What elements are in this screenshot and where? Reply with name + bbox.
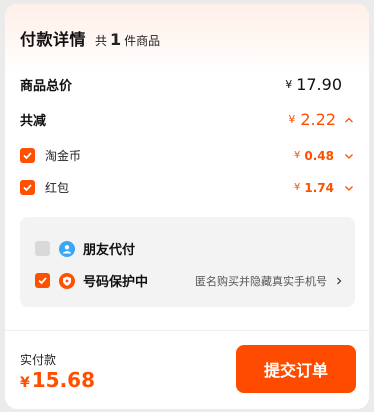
coin-amount: ¥ 0.48 xyxy=(294,149,354,163)
reduction-value: 2.22 xyxy=(300,110,336,129)
reduction-amount: ¥ 2.22 xyxy=(288,110,354,129)
reduction-label: 共减 xyxy=(20,114,47,129)
chevron-right-icon xyxy=(337,277,342,284)
total-price-amount: ¥ 17.90 xyxy=(285,75,342,94)
actual-payment-value: 15.68 xyxy=(31,368,96,392)
chevron-up-icon[interactable] xyxy=(344,115,354,125)
privacy-label: 号码保护中 xyxy=(83,275,149,290)
payment-details-card: 付款详情 共 1 件商品 商品总价 ¥ 17.90 共减 ¥ 2.22 淘金币 ¥ … xyxy=(5,4,369,409)
check-icon xyxy=(23,184,32,192)
currency-symbol: ¥ xyxy=(285,78,293,91)
currency-symbol: ¥ xyxy=(294,150,301,161)
coin-label: 淘金币 xyxy=(45,149,82,163)
check-icon xyxy=(38,277,47,285)
footer-divider xyxy=(5,330,369,331)
actual-payment-amount: ¥15.68 xyxy=(20,368,95,392)
total-price-value: 17.90 xyxy=(296,75,342,94)
privacy-description[interactable]: 匿名购买并隐藏真实手机号 xyxy=(195,273,343,289)
reduction-row[interactable]: 共减 ¥ 2.22 xyxy=(20,110,354,129)
submit-order-button[interactable]: 提交订单 xyxy=(236,345,356,393)
page-title: 付款详情 xyxy=(20,30,87,49)
privacy-protection-option[interactable]: 号码保护中 匿名购买并隐藏真实手机号 xyxy=(35,271,343,290)
privacy-description-text: 匿名购买并隐藏真实手机号 xyxy=(195,274,327,288)
friend-pay-option[interactable]: 朋友代付 xyxy=(35,239,343,258)
item-count-number: 1 xyxy=(110,30,122,49)
coin-value: 0.48 xyxy=(304,148,334,163)
actual-payment-label: 实付款 xyxy=(20,353,57,367)
red-packet-checkbox[interactable] xyxy=(20,180,35,195)
red-packet-label: 红包 xyxy=(45,181,70,195)
item-count-prefix: 共 xyxy=(95,34,108,48)
options-panel: 朋友代付 号码保护中 匿名购买并隐藏真实手机号 xyxy=(20,217,355,307)
check-icon xyxy=(23,152,32,160)
currency-symbol: ¥ xyxy=(288,113,296,126)
currency-symbol: ¥ xyxy=(20,375,30,391)
item-count: 共 1 件商品 xyxy=(95,30,160,49)
reduction-item-red-packet: 红包 ¥ 1.74 xyxy=(20,179,354,196)
red-packet-value: 1.74 xyxy=(304,180,334,195)
total-price-label: 商品总价 xyxy=(20,79,73,94)
coin-checkbox[interactable] xyxy=(20,148,35,163)
shield-icon xyxy=(59,272,75,289)
reduction-item-coin: 淘金币 ¥ 0.48 xyxy=(20,147,354,164)
currency-symbol: ¥ xyxy=(294,182,301,193)
friend-pay-label: 朋友代付 xyxy=(83,243,136,258)
chevron-down-icon[interactable] xyxy=(344,183,354,193)
chevron-down-icon[interactable] xyxy=(344,151,354,161)
friend-pay-checkbox[interactable] xyxy=(35,241,50,256)
red-packet-amount: ¥ 1.74 xyxy=(294,181,354,195)
total-price-row: 商品总价 ¥ 17.90 xyxy=(20,75,354,94)
item-count-suffix: 件商品 xyxy=(124,34,161,48)
friend-pay-icon xyxy=(59,240,75,257)
payment-header: 付款详情 共 1 件商品 xyxy=(20,26,160,50)
privacy-checkbox[interactable] xyxy=(35,273,50,288)
